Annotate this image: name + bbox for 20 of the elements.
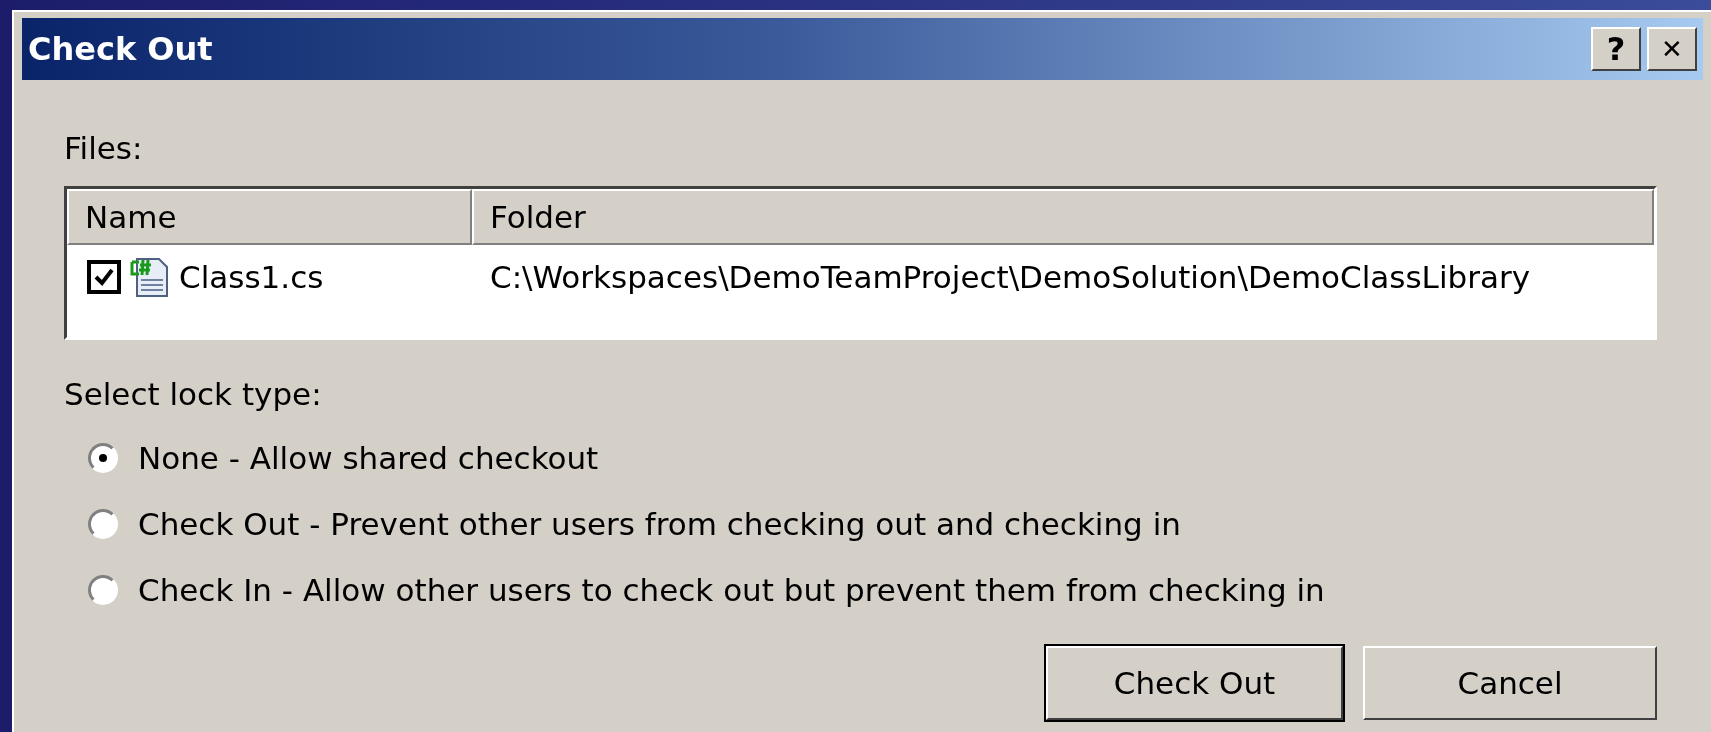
column-header[interactable]: Name (67, 189, 472, 245)
files-label: Files: (64, 130, 143, 166)
radio-button[interactable] (88, 443, 118, 473)
radio-button[interactable] (88, 575, 118, 605)
dialog-button[interactable]: Cancel (1363, 646, 1657, 720)
dialog-button[interactable]: Check Out (1046, 646, 1343, 720)
close-button[interactable]: ✕ (1647, 27, 1697, 71)
lock-type-label: Select lock type: (64, 376, 322, 412)
option-label[interactable]: Check Out - Prevent other users from checking out and checking in (138, 506, 1181, 542)
radio-button[interactable] (88, 509, 118, 539)
option-label[interactable]: None - Allow shared checkout (138, 440, 599, 476)
window-title: Check Out (28, 30, 213, 68)
column-header[interactable]: Folder (472, 189, 1654, 245)
option-label[interactable]: Check In - Allow other users to check out but prevent them from checking in (138, 572, 1325, 608)
check-icon (93, 266, 115, 288)
folder-path: C:\Workspaces\DemoTeamProject\DemoSolution\DemoClassLibrary (489, 259, 1531, 295)
help-button[interactable]: ? (1591, 27, 1641, 71)
csharp-file-icon (129, 256, 171, 298)
file-name: Class1.cs (179, 259, 324, 295)
checkbox[interactable] (87, 260, 121, 294)
